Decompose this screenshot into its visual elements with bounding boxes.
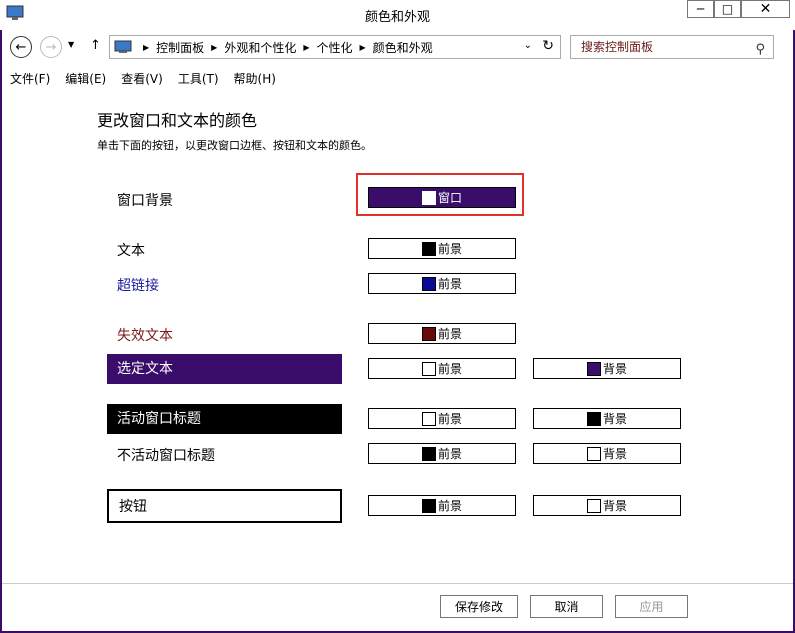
hyperlink-foreground-button-label: 前景 (437, 277, 462, 291)
chevron-right-icon: ▶ (359, 42, 366, 52)
menu-tools[interactable]: 工具(T) (178, 70, 219, 87)
window: 颜色和外观 ─ □ ✕ ← → ▼ ↑ ▶ 控制面板 ▶ 外观和个性化 ▶ 个性… (0, 0, 795, 633)
search-placeholder: 搜索控制面板 (581, 40, 654, 54)
close-button[interactable]: ✕ (741, 0, 790, 18)
button-background-button-label: 背景 (602, 499, 627, 513)
selected-text-background-button-label: 背景 (602, 362, 627, 376)
active-title-label: 活动窗口标题 (107, 404, 342, 434)
selected-text-foreground-button[interactable]: 前景 (368, 358, 516, 379)
selected-text-background-button[interactable]: 背景 (533, 358, 681, 379)
selected-text-label: 选定文本 (107, 354, 342, 384)
inactive-title-background-button-label: 背景 (602, 447, 627, 461)
footer-divider (2, 583, 793, 584)
apply-button[interactable]: 应用 (615, 595, 688, 618)
active-title-foreground-button-label: 前景 (437, 412, 462, 426)
arrow-right-icon: → (45, 39, 57, 55)
menu-view[interactable]: 查看(V) (121, 70, 163, 87)
hyperlink-label: 超链接 (117, 278, 159, 294)
menu-bar: 文件(F) 编辑(E) 查看(V) 工具(T) 帮助(H) (10, 70, 276, 87)
color-swatch (421, 411, 436, 426)
color-swatch (421, 361, 436, 376)
button-background-button[interactable]: 背景 (533, 495, 681, 516)
window-background-button[interactable]: 窗口 (368, 187, 516, 208)
minimize-icon: ─ (696, 2, 705, 16)
window-title: 颜色和外观 (364, 10, 430, 25)
minimize-button[interactable]: ─ (687, 0, 714, 18)
color-swatch (586, 498, 601, 513)
breadcrumb-appearance[interactable]: 外观和个性化 (224, 39, 296, 56)
history-dropdown-icon[interactable]: ▼ (68, 40, 74, 49)
breadcrumb-color-appearance[interactable]: 颜色和外观 (373, 39, 433, 56)
color-swatch (421, 326, 436, 341)
chevron-down-icon[interactable]: ⌄ (524, 40, 532, 51)
button-foreground-button[interactable]: 前景 (368, 495, 516, 516)
color-swatch (421, 276, 436, 291)
forward-button[interactable]: → (40, 36, 62, 58)
hyperlink-foreground-button[interactable]: 前景 (368, 273, 516, 294)
close-icon: ✕ (759, 1, 772, 17)
color-swatch (586, 446, 601, 461)
active-title-foreground-button[interactable]: 前景 (368, 408, 516, 429)
inactive-title-background-button[interactable]: 背景 (533, 443, 681, 464)
selected-text-foreground-button-label: 前景 (437, 362, 462, 376)
address-bar[interactable]: ▶ 控制面板 ▶ 外观和个性化 ▶ 个性化 ▶ 颜色和外观 ⌄ ↻ (109, 35, 561, 59)
chevron-right-icon: ▶ (211, 42, 218, 52)
window-background-label: 窗口背景 (117, 193, 173, 209)
text-label: 文本 (117, 243, 145, 259)
page-description: 单击下面的按钮，以更改窗口边框、按钮和文本的颜色。 (97, 139, 372, 152)
search-input[interactable]: 搜索控制面板 ⚲ (570, 35, 774, 59)
chevron-right-icon: ▶ (143, 42, 150, 52)
back-button[interactable]: ← (10, 36, 32, 58)
color-swatch (586, 411, 601, 426)
active-title-background-button-label: 背景 (602, 412, 627, 426)
button-foreground-button-label: 前景 (437, 499, 462, 513)
breadcrumb-personalization[interactable]: 个性化 (317, 39, 353, 56)
inactive-title-foreground-button-label: 前景 (437, 447, 462, 461)
inactive-title-foreground-button[interactable]: 前景 (368, 443, 516, 464)
window-background-button-label: 窗口 (437, 191, 462, 205)
cancel-button[interactable]: 取消 (530, 595, 603, 618)
chevron-right-icon: ▶ (303, 42, 310, 52)
inactive-title-label: 不活动窗口标题 (117, 448, 215, 464)
disabled-text-foreground-button[interactable]: 前景 (368, 323, 516, 344)
save-button[interactable]: 保存修改 (440, 595, 518, 618)
control-panel-icon (114, 40, 132, 53)
disabled-text-foreground-button-label: 前景 (437, 327, 462, 341)
button-label: 按钮 (107, 489, 342, 523)
page-title: 更改窗口和文本的颜色 (97, 111, 258, 130)
color-swatch (421, 190, 436, 205)
breadcrumb-control-panel[interactable]: 控制面板 (156, 39, 204, 56)
search-icon[interactable]: ⚲ (755, 39, 765, 61)
color-swatch (421, 498, 436, 513)
menu-edit[interactable]: 编辑(E) (65, 70, 106, 87)
color-swatch (586, 361, 601, 376)
maximize-button[interactable]: □ (714, 0, 741, 18)
text-foreground-button-label: 前景 (437, 242, 462, 256)
active-title-background-button[interactable]: 背景 (533, 408, 681, 429)
arrow-left-icon: ← (15, 39, 27, 55)
refresh-icon[interactable]: ↻ (542, 38, 554, 54)
title-bar: 颜色和外观 ─ □ ✕ (0, 0, 795, 30)
color-swatch (421, 241, 436, 256)
up-arrow-icon[interactable]: ↑ (90, 38, 101, 53)
maximize-icon: □ (721, 2, 734, 16)
menu-help[interactable]: 帮助(H) (234, 70, 276, 87)
menu-file[interactable]: 文件(F) (10, 70, 50, 87)
disabled-text-label: 失效文本 (117, 328, 173, 344)
content-area: ← → ▼ ↑ ▶ 控制面板 ▶ 外观和个性化 ▶ 个性化 ▶ 颜色和外观 ⌄ … (2, 30, 793, 631)
text-foreground-button[interactable]: 前景 (368, 238, 516, 259)
color-swatch (421, 446, 436, 461)
